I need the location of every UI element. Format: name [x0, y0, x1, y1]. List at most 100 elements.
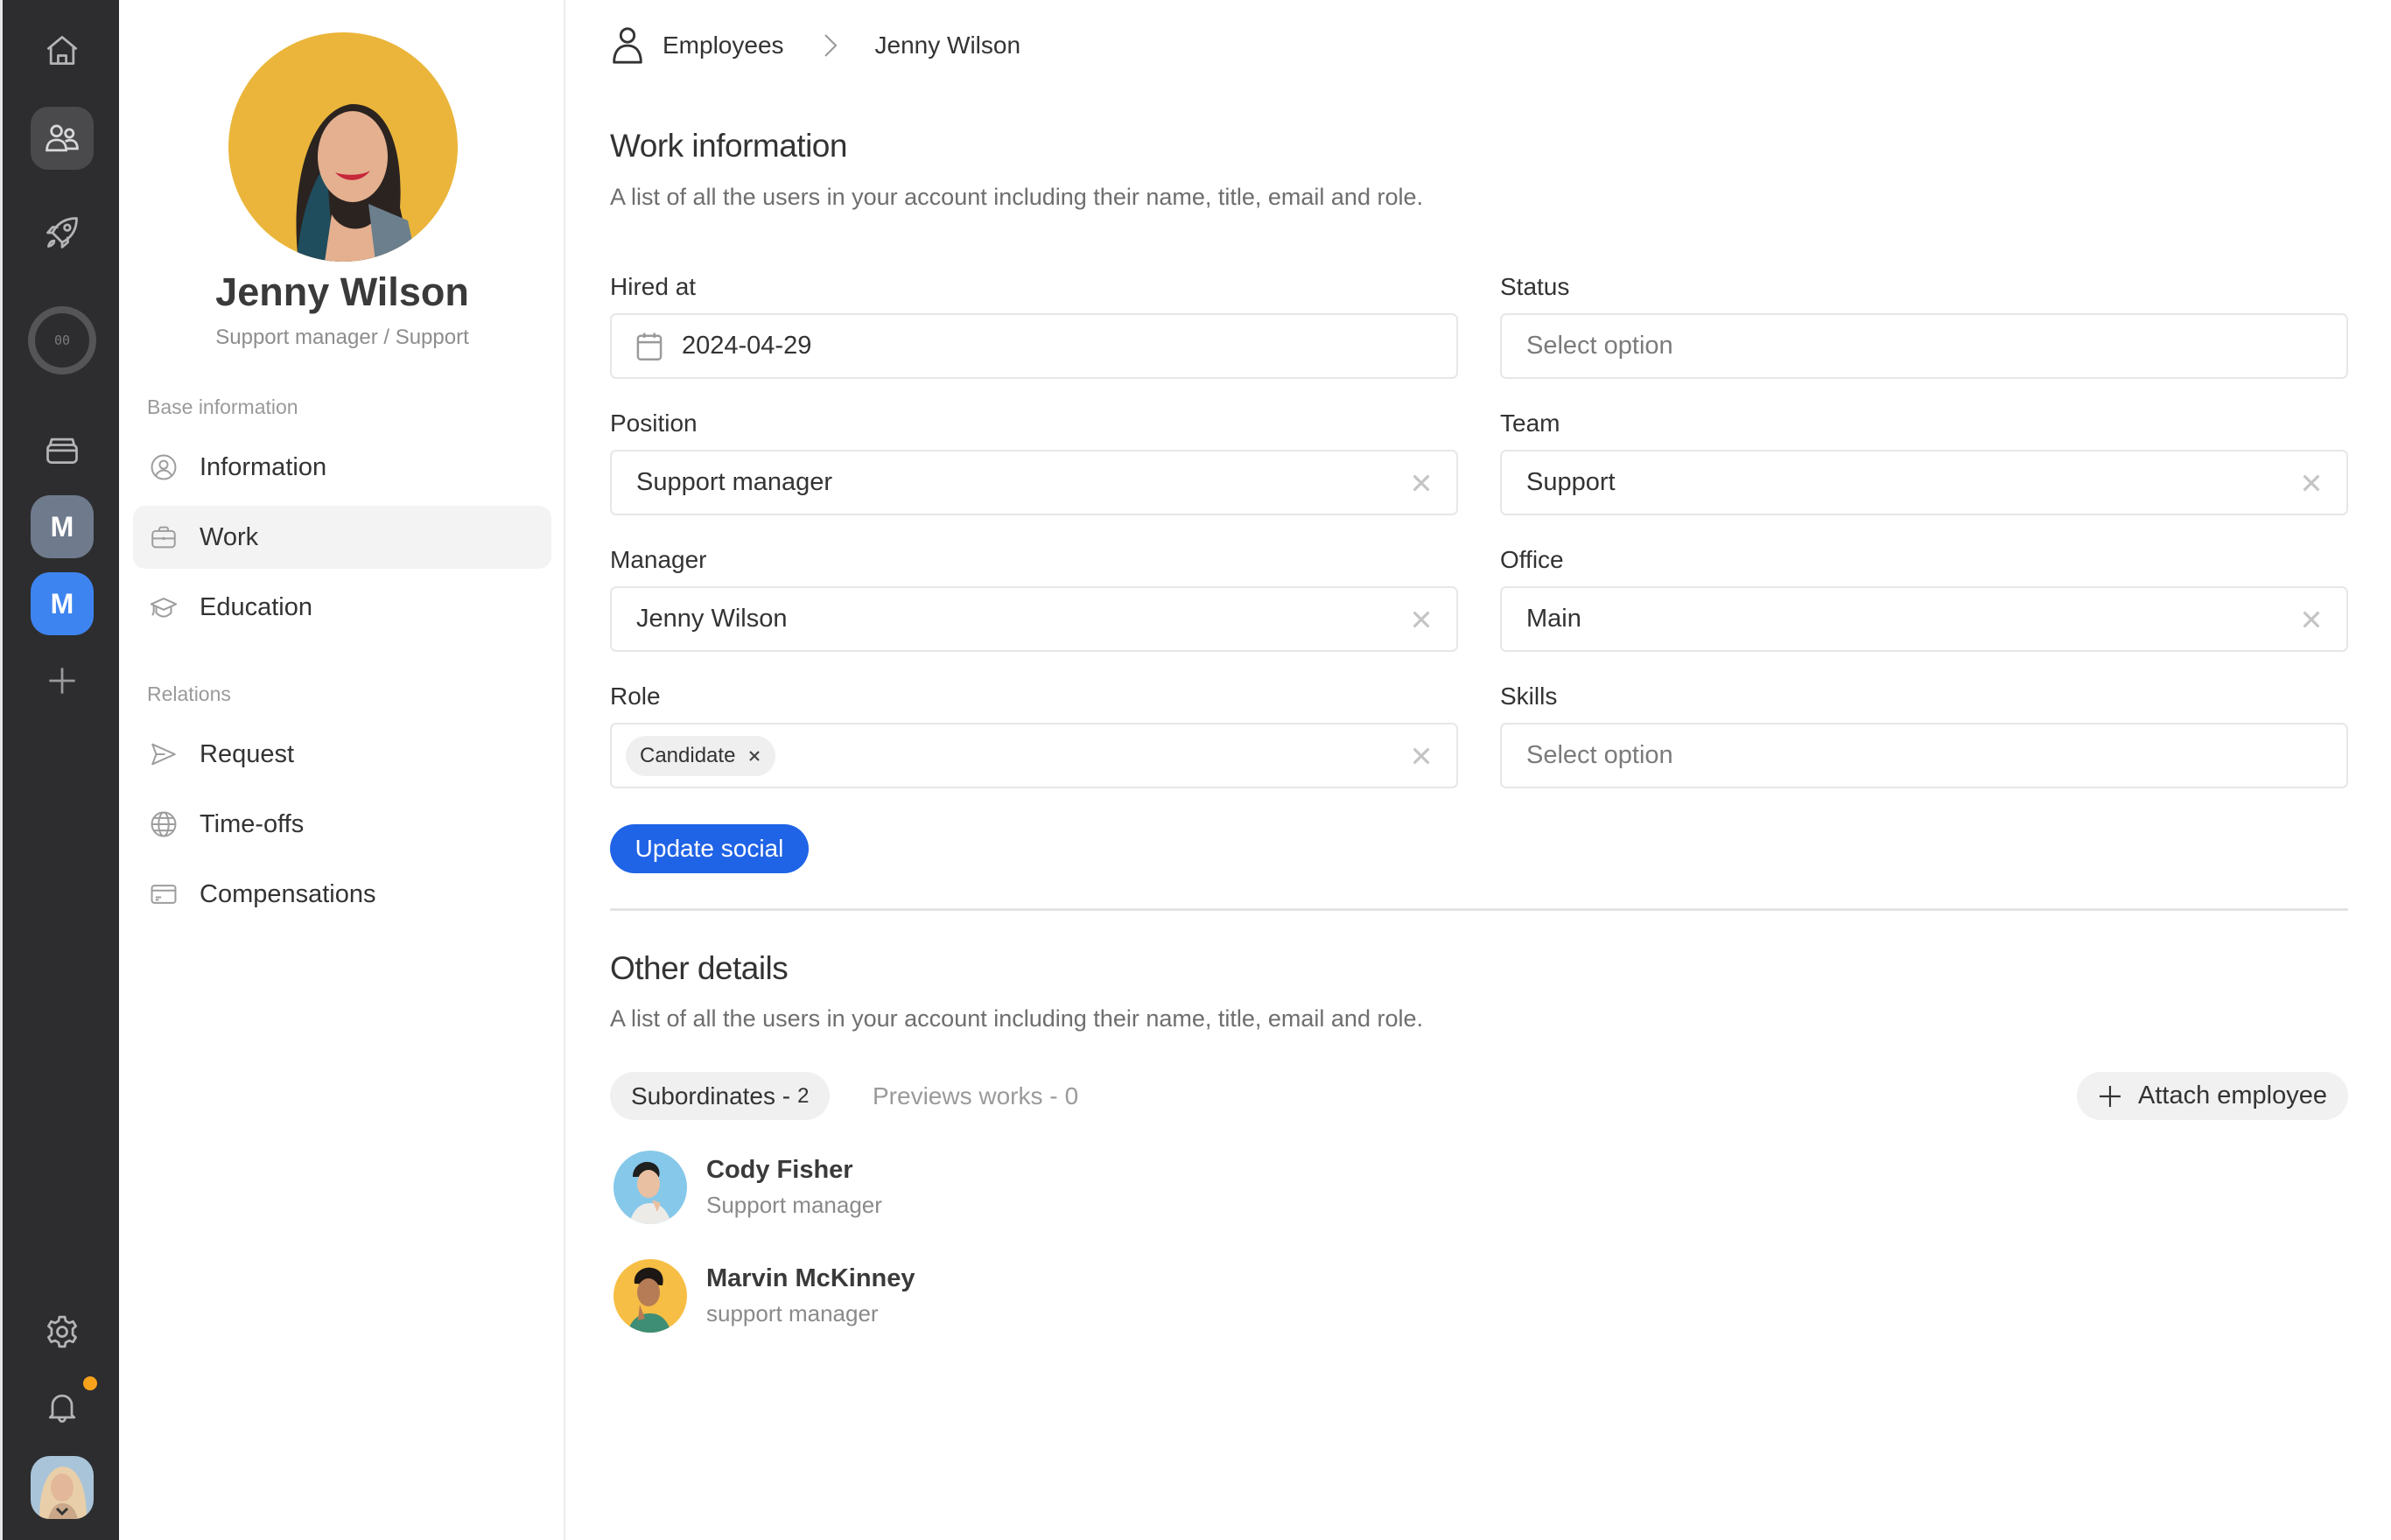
- clear-icon[interactable]: [2299, 607, 2324, 632]
- chevron-right-icon: [824, 34, 838, 57]
- briefcase-icon: [147, 521, 180, 554]
- app-rail: 00 M M: [0, 0, 119, 1540]
- team-select[interactable]: Support: [1500, 450, 2348, 515]
- office-select[interactable]: Main: [1500, 586, 2348, 652]
- calendar-icon: [636, 332, 663, 360]
- tab-label: Previews works -: [873, 1082, 1058, 1110]
- nav-item-compensations[interactable]: Compensations: [133, 863, 551, 926]
- tab-count: 0: [1064, 1082, 1079, 1110]
- clear-icon[interactable]: [1409, 471, 1434, 495]
- manager-label: Manager: [610, 546, 707, 573]
- nav-item-label: Work: [200, 522, 259, 551]
- role-multiselect[interactable]: Candidate: [610, 723, 1458, 788]
- settings-button[interactable]: [31, 1300, 94, 1363]
- nav-item-time-offs[interactable]: Time-offs: [133, 793, 551, 856]
- list-item[interactable]: Cody Fisher Support manager: [614, 1148, 882, 1227]
- clear-icon[interactable]: [1409, 607, 1434, 632]
- nav-section-relations: Relations: [147, 682, 231, 705]
- office-value: Main: [1526, 605, 1581, 633]
- workspace-letter: M: [50, 510, 74, 542]
- nav-item-education[interactable]: Education: [133, 576, 551, 639]
- nav-item-label: Request: [200, 739, 295, 768]
- bell-icon: [48, 1394, 76, 1423]
- update-social-button[interactable]: Update social: [610, 824, 809, 873]
- hired-at-date-field[interactable]: 2024-04-29: [610, 313, 1458, 379]
- hired-at-value: 2024-04-29: [682, 332, 812, 360]
- position-value: Support manager: [636, 468, 833, 496]
- breadcrumb-employees-link[interactable]: Employees: [663, 32, 784, 60]
- hired-at-label: Hired at: [610, 273, 697, 300]
- profile-photo: [228, 32, 458, 262]
- plus-icon: [49, 668, 75, 694]
- office-label: Office: [1500, 546, 1564, 573]
- user-circle-icon: [147, 451, 180, 484]
- avatar: [614, 1259, 687, 1333]
- timer-value: 00: [53, 332, 71, 348]
- users-icon: [46, 124, 79, 152]
- avatar: [614, 1151, 687, 1224]
- person-icon: [613, 27, 642, 64]
- person-role: support manager: [706, 1300, 879, 1326]
- workspace-button-1[interactable]: M: [31, 495, 94, 558]
- nav-item-label: Information: [200, 452, 327, 481]
- tab-label: Subordinates -: [631, 1082, 791, 1110]
- attach-employee-button[interactable]: Attach employee: [2076, 1072, 2348, 1120]
- graduation-cap-icon: [147, 591, 180, 624]
- other-details-title: Other details: [610, 950, 789, 986]
- tab-previews-works[interactable]: Previews works - 0: [852, 1072, 1099, 1120]
- person-name: Marvin McKinney: [706, 1264, 915, 1292]
- status-label: Status: [1500, 273, 1570, 300]
- status-select[interactable]: Select option: [1500, 313, 2348, 379]
- profile-panel: Jenny Wilson Support manager / Support B…: [119, 0, 565, 1540]
- team-label: Team: [1500, 410, 1560, 437]
- nav-item-request[interactable]: Request: [133, 723, 551, 786]
- person-name: Cody Fisher: [706, 1156, 853, 1184]
- role-label: Role: [610, 682, 661, 710]
- rail-launch-button[interactable]: [31, 201, 94, 264]
- section-divider: [610, 908, 2348, 911]
- tab-count: 2: [797, 1083, 810, 1108]
- position-select[interactable]: Support manager: [610, 450, 1458, 515]
- nav-section-base-information: Base information: [147, 396, 298, 418]
- rocket-icon: [46, 217, 78, 248]
- user-photo: [31, 1456, 94, 1519]
- gear-icon: [47, 1315, 77, 1348]
- nav-item-information[interactable]: Information: [133, 436, 551, 499]
- rail-home-button[interactable]: [31, 19, 94, 82]
- workspace-letter: M: [50, 587, 74, 620]
- rail-employees-button[interactable]: [31, 107, 94, 170]
- team-value: Support: [1526, 468, 1616, 496]
- list-item[interactable]: Marvin McKinney support manager: [614, 1256, 915, 1335]
- person-role: Support manager: [706, 1192, 882, 1218]
- profile-name: Jenny Wilson: [215, 270, 469, 314]
- nav-item-label: Education: [200, 592, 312, 621]
- other-details-description: A list of all the users in your account …: [610, 1005, 1423, 1032]
- nav-item-work[interactable]: Work: [133, 506, 551, 569]
- role-tag-label: Candidate: [640, 743, 736, 767]
- skills-select[interactable]: Select option: [1500, 723, 2348, 788]
- send-icon: [147, 738, 180, 771]
- tab-subordinates[interactable]: Subordinates - 2: [610, 1072, 831, 1120]
- status-placeholder: Select option: [1526, 332, 1673, 360]
- credit-card-icon: [147, 878, 180, 911]
- notification-badge: [83, 1376, 97, 1390]
- skills-label: Skills: [1500, 682, 1558, 710]
- work-information-title: Work information: [610, 128, 847, 164]
- breadcrumb-current: Jenny Wilson: [874, 32, 1021, 59]
- position-label: Position: [610, 410, 698, 437]
- manager-select[interactable]: Jenny Wilson: [610, 586, 1458, 652]
- manager-value: Jenny Wilson: [636, 605, 788, 633]
- rail-inbox-button[interactable]: [31, 418, 94, 481]
- clear-icon[interactable]: [1409, 744, 1434, 768]
- timer-widget[interactable]: 00: [28, 306, 96, 374]
- current-user-avatar[interactable]: [31, 1456, 94, 1519]
- clear-icon[interactable]: [2299, 471, 2324, 495]
- role-tag: Candidate: [626, 735, 776, 776]
- workspace-button-2[interactable]: M: [31, 572, 94, 635]
- inbox-icon: [46, 438, 78, 465]
- home-icon: [46, 36, 78, 66]
- add-workspace-button[interactable]: [31, 649, 94, 712]
- plus-icon: [2099, 1085, 2121, 1107]
- globe-icon: [147, 808, 180, 841]
- remove-tag-icon[interactable]: [747, 749, 761, 763]
